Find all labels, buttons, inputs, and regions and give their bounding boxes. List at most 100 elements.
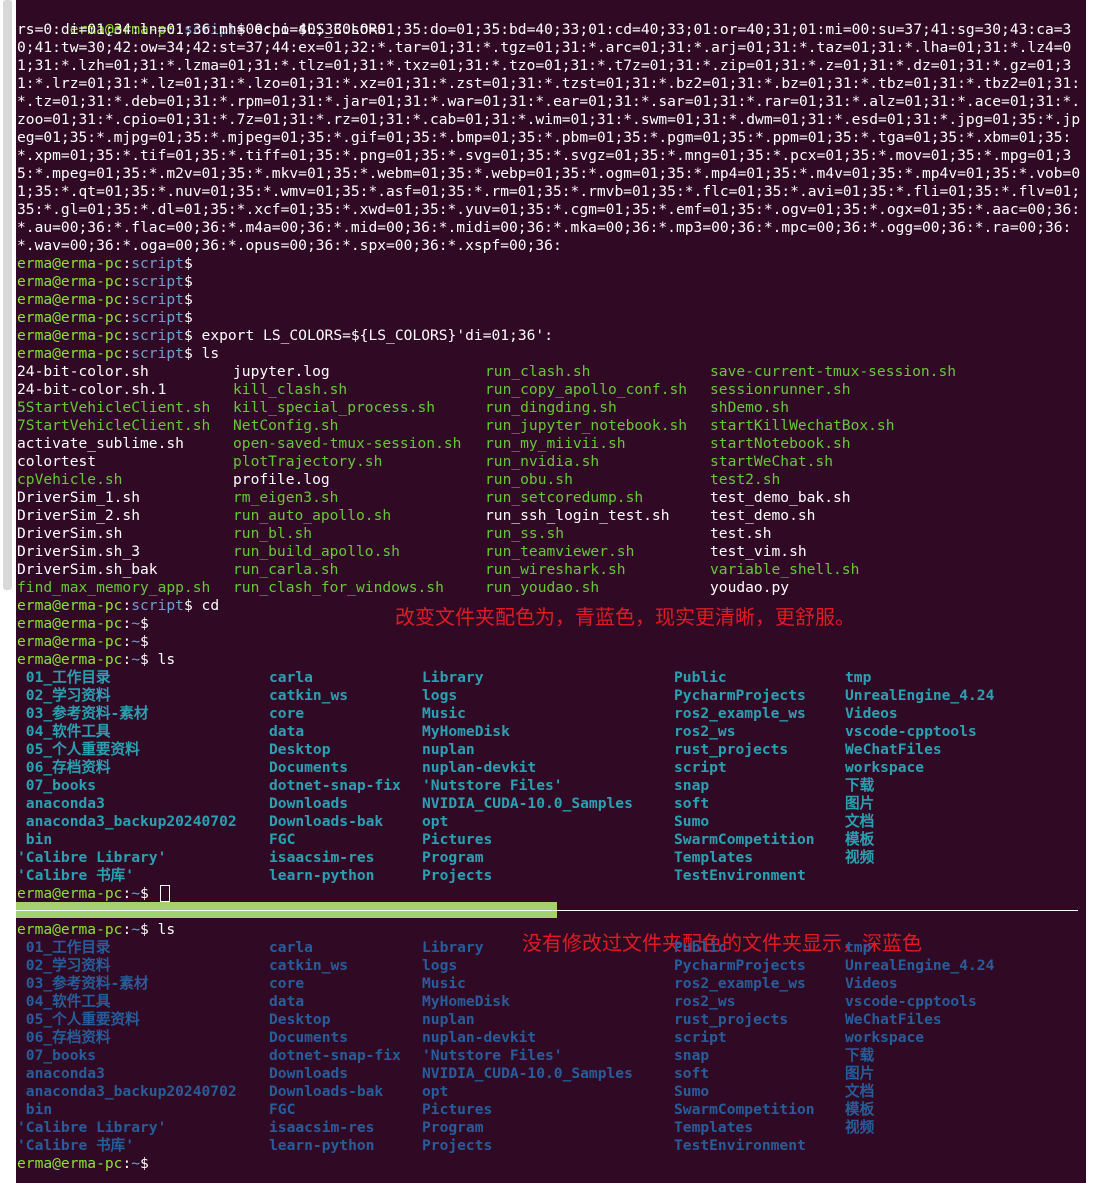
file-entry: 24-bit-color.sh.1 — [17, 381, 167, 398]
command-ls: ls — [148, 651, 176, 668]
prompt-path: ~ — [131, 921, 141, 938]
prompt-dollar: $ — [140, 651, 149, 668]
folder-entry-cyan: learn-python — [269, 867, 375, 884]
prompt-dollar: $ — [140, 633, 149, 650]
folder-entry-blue: snap — [674, 1047, 710, 1064]
prompt-user: erma@erma-pc — [17, 615, 123, 632]
folder-entry-cyan: anaconda3 — [17, 795, 105, 812]
file-entry: 7StartVehicleClient.sh — [17, 417, 211, 434]
prompt-line-empty: erma@erma-pc:~$ — [17, 1155, 149, 1173]
folder-entry-cyan: vscode-cpptools — [845, 723, 977, 740]
prompt-line-empty: erma@erma-pc:script$ — [17, 291, 193, 309]
prompt-path: script — [131, 597, 184, 614]
prompt-path: ~ — [131, 651, 141, 668]
folder-entry-blue: SwarmCompetition — [674, 1101, 815, 1118]
prompt-path: ~ — [131, 633, 141, 650]
file-entry: 24-bit-color.sh — [17, 363, 149, 380]
file-entry: run_ss.sh — [485, 525, 565, 542]
folder-entry-blue: data — [269, 993, 305, 1010]
folder-entry-blue: MyHomeDisk — [422, 993, 510, 1010]
folder-entry-cyan: anaconda3_backup20240702 — [17, 813, 237, 830]
separator-line — [16, 910, 1078, 911]
file-entry: run_wireshark.sh — [485, 561, 626, 578]
prompt-user: erma@erma-pc — [17, 309, 123, 326]
annotation-top: 改变文件夹配色为，青蓝色，现实更清晰，更舒服。 — [395, 605, 855, 629]
file-entry: run_teamviewer.sh — [485, 543, 635, 560]
file-entry: plotTrajectory.sh — [233, 453, 383, 470]
prompt-path: script — [131, 327, 184, 344]
file-entry: startNotebook.sh — [710, 435, 851, 452]
folder-entry-blue: 视频 — [845, 1119, 875, 1136]
folder-entry-cyan: Templates — [674, 849, 754, 866]
file-entry: jupyter.log — [233, 363, 330, 380]
command-export: export LS_COLORS=${LS_COLORS}'di=01;36': — [192, 327, 553, 344]
file-entry: NetConfig.sh — [233, 417, 339, 434]
folder-entry-cyan: Music — [422, 705, 466, 722]
folder-entry-blue: opt — [422, 1083, 449, 1100]
prompt-line-empty: erma@erma-pc:~$ — [17, 885, 149, 903]
folder-entry-cyan: soft — [674, 795, 710, 812]
folder-entry-cyan: isaacsim-res — [269, 849, 375, 866]
folder-entry-cyan: Projects — [422, 867, 493, 884]
folder-entry-cyan: workspace — [845, 759, 925, 776]
file-entry: find_max_memory_app.sh — [17, 579, 211, 596]
folder-entry-cyan: rust_projects — [674, 741, 789, 758]
command-cd: cd — [192, 597, 220, 614]
terminal-window[interactable]: erma@erma-pc:script$ echo $LS_COLORS rs=… — [16, 0, 1086, 1183]
file-entry: run_dingding.sh — [485, 399, 617, 416]
prompt-colon: : — [122, 651, 132, 668]
prompt-colon: : — [122, 327, 132, 344]
folder-entry-cyan: nuplan — [422, 741, 475, 758]
folder-entry-blue: logs — [422, 957, 458, 974]
prompt-dollar: $ — [183, 309, 193, 326]
file-entry: run_nvidia.sh — [485, 453, 600, 470]
file-entry: open-saved-tmux-session.sh — [233, 435, 462, 452]
prompt-line-empty: erma@erma-pc:~$ — [17, 633, 149, 651]
folder-entry-cyan: Pictures — [422, 831, 493, 848]
folder-entry-cyan: 07_books — [17, 777, 97, 794]
folder-entry-blue: 03_参考资料-素材 — [17, 975, 149, 992]
folder-entry-blue: PycharmProjects — [674, 957, 806, 974]
prompt-dollar: $ — [140, 921, 149, 938]
prompt-dollar: $ — [183, 273, 193, 290]
file-entry: test_vim.sh — [710, 543, 807, 560]
folder-entry-cyan: 'Nutstore Files' — [422, 777, 563, 794]
folder-entry-cyan: carla — [269, 669, 313, 686]
folder-entry-cyan: Program — [422, 849, 484, 866]
folder-entry-cyan: 模板 — [845, 831, 875, 848]
folder-entry-cyan: 'Calibre Library' — [17, 849, 167, 866]
folder-entry-blue: FGC — [269, 1101, 296, 1118]
folder-entry-cyan: Documents — [269, 759, 349, 776]
folder-entry-blue: Library — [422, 939, 484, 956]
folder-entry-cyan: Desktop — [269, 741, 331, 758]
folder-entry-cyan: Library — [422, 669, 484, 686]
folder-entry-blue: Public — [674, 939, 727, 956]
prompt-user: erma@erma-pc — [17, 345, 123, 362]
folder-entry-blue: vscode-cpptools — [845, 993, 977, 1010]
folder-entry-blue: TestEnvironment — [674, 1137, 806, 1154]
folder-entry-blue: UnrealEngine_4.24 — [845, 957, 995, 974]
scrollbar-thumb[interactable] — [3, 0, 12, 590]
folder-entry-cyan: NVIDIA_CUDA-10.0_Samples — [422, 795, 633, 812]
folder-entry-cyan: Downloads — [269, 795, 349, 812]
file-entry: cpVehicle.sh — [17, 471, 123, 488]
folder-entry-blue: 模板 — [845, 1101, 875, 1118]
prompt-line-ls: erma@erma-pc:script$ ls — [17, 345, 219, 363]
folder-entry-cyan: ros2_ws — [674, 723, 736, 740]
prompt-path: script — [131, 345, 184, 362]
folder-entry-cyan: 'Calibre 书库' — [17, 867, 135, 884]
file-entry: run_my_miivii.sh — [485, 435, 626, 452]
prompt-user: erma@erma-pc — [17, 651, 123, 668]
folder-entry-blue: 01_工作目录 — [17, 939, 111, 956]
folder-entry-blue: 06_存档资料 — [17, 1029, 111, 1046]
folder-entry-blue: Sumo — [674, 1083, 710, 1100]
folder-entry-cyan: tmp — [845, 669, 872, 686]
file-entry: colortest — [17, 453, 97, 470]
folder-entry-cyan: script — [674, 759, 727, 776]
folder-entry-blue: core — [269, 975, 305, 992]
file-entry: run_carla.sh — [233, 561, 339, 578]
file-entry: DriverSim_2.sh — [17, 507, 141, 524]
prompt-line-ls: erma@erma-pc:~$ ls — [17, 651, 175, 669]
left-margin — [0, 0, 16, 1183]
file-entry: kill_clash.sh — [233, 381, 348, 398]
